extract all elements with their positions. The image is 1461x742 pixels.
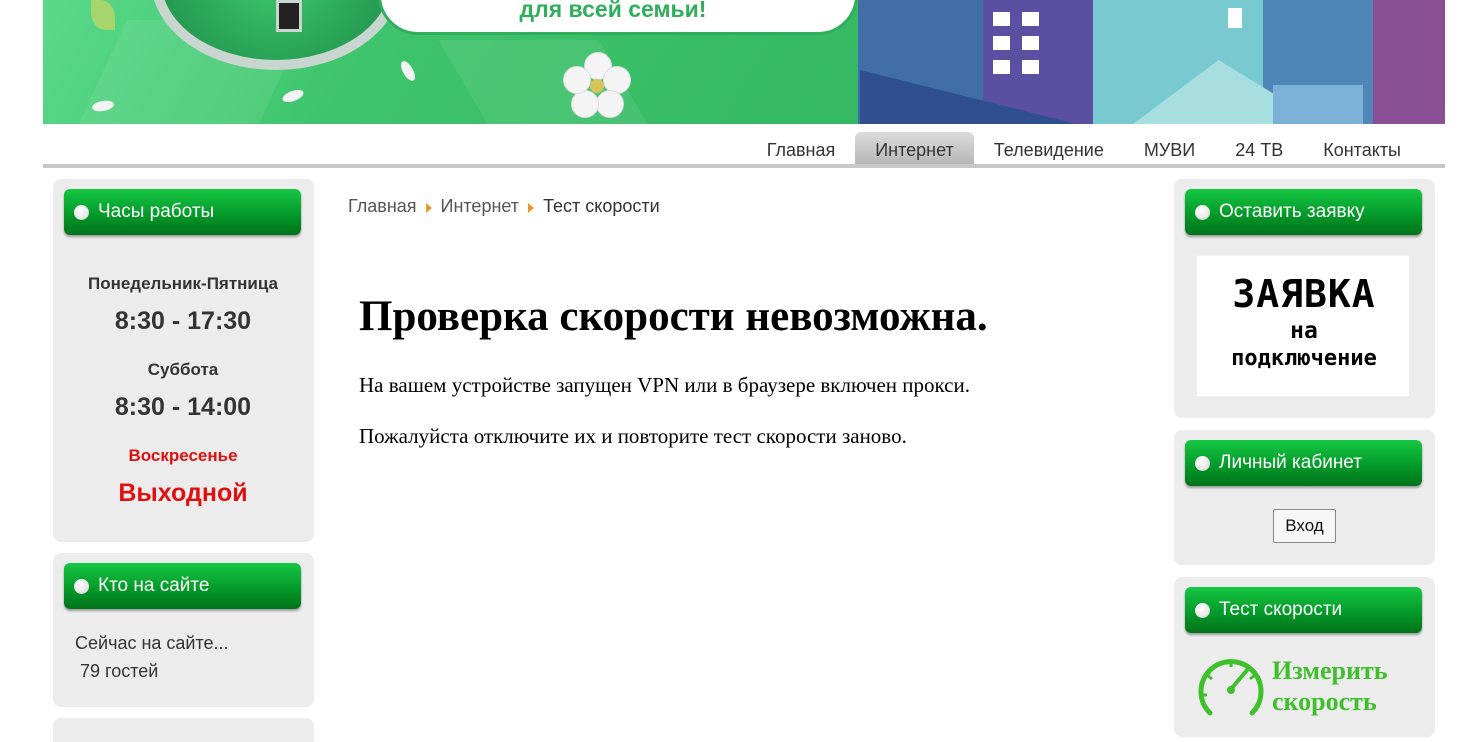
nav-item-internet[interactable]: Интернет bbox=[855, 132, 974, 164]
breadcrumb-arrow-icon bbox=[528, 203, 535, 214]
page-title: Проверка скорости невозможна. bbox=[359, 293, 988, 340]
message-paragraph-1: На вашем устройстве запущен VPN или в бр… bbox=[359, 373, 970, 397]
module-title: Оставить заявку bbox=[1219, 201, 1365, 222]
message-paragraph-2: Пожалуйста отключите их и повторите тест… bbox=[359, 424, 907, 448]
breadcrumb-home[interactable]: Главная bbox=[348, 196, 417, 216]
breadcrumb-current: Тест скорости bbox=[543, 196, 660, 216]
nav-divider bbox=[43, 164, 1445, 168]
module-header: Часы работы bbox=[64, 189, 301, 235]
request-banner-line3: подключение bbox=[1231, 346, 1377, 371]
nav-item-24tv[interactable]: 24 ТВ bbox=[1215, 132, 1303, 164]
nav-label: Телевидение bbox=[993, 140, 1104, 160]
measure-speed-line2: скорость bbox=[1272, 687, 1377, 716]
breadcrumb: Главная Интернет Тест скорости bbox=[348, 196, 660, 217]
window bbox=[1022, 60, 1039, 74]
module-title: Часы работы bbox=[98, 201, 215, 222]
banner-slogan: для всей семьи! bbox=[519, 0, 707, 22]
window bbox=[1228, 8, 1242, 28]
nav-item-tv[interactable]: Телевидение bbox=[974, 132, 1124, 164]
window bbox=[993, 60, 1010, 74]
nav-label: Главная bbox=[766, 140, 836, 160]
sunday-label: Воскресенье bbox=[128, 446, 238, 465]
nav-label: Интернет bbox=[875, 140, 954, 160]
online-guests: 79 гостей bbox=[80, 661, 159, 681]
weekdays-label: Понедельник-Пятница bbox=[87, 274, 278, 293]
bullet-icon bbox=[1195, 205, 1210, 220]
breadcrumb-internet[interactable]: Интернет bbox=[441, 196, 520, 216]
nav-item-contacts[interactable]: Контакты bbox=[1303, 132, 1421, 164]
connection-request-banner[interactable]: ЗАЯВКА на подключение bbox=[1196, 255, 1410, 397]
request-banner-line2: на bbox=[1290, 318, 1318, 344]
measure-speed-line1: Измерить bbox=[1272, 656, 1388, 685]
bullet-icon bbox=[74, 205, 89, 220]
module-partial bbox=[53, 718, 314, 742]
header-banner: для всей семьи! bbox=[43, 0, 1445, 124]
module-title: Личный кабинет bbox=[1219, 452, 1362, 473]
breadcrumb-arrow-icon bbox=[425, 203, 432, 214]
module-title: Кто на сайте bbox=[98, 575, 210, 596]
who-online-module: Кто на сайте Сейчас на сайте... 79 госте… bbox=[53, 553, 314, 707]
nav-label: 24 ТВ bbox=[1235, 140, 1284, 160]
nav-item-movie[interactable]: МУВИ bbox=[1124, 132, 1215, 164]
saturday-label: Суббота bbox=[147, 360, 219, 379]
module-header: Кто на сайте bbox=[64, 563, 301, 609]
saturday-time: 8:30 - 14:00 bbox=[114, 393, 252, 421]
window bbox=[1022, 36, 1039, 50]
login-button[interactable]: Вход bbox=[1273, 509, 1336, 543]
weekdays-time: 8:30 - 17:30 bbox=[114, 307, 252, 335]
nav-item-home[interactable]: Главная bbox=[747, 132, 856, 164]
window bbox=[993, 36, 1010, 50]
module-header: Тест скорости bbox=[1185, 587, 1422, 633]
nav-label: Контакты bbox=[1323, 140, 1401, 160]
flower-icon bbox=[563, 52, 633, 122]
speedometer-icon bbox=[1198, 659, 1264, 716]
page: для всей семьи! Главная Интернет Телевид bbox=[0, 0, 1461, 742]
building bbox=[1273, 85, 1363, 124]
module-header: Личный кабинет bbox=[1185, 440, 1422, 486]
window bbox=[993, 12, 1010, 26]
logo-keyhole-icon bbox=[276, 0, 302, 32]
building bbox=[1373, 0, 1445, 124]
main-nav: Главная Интернет Телевидение МУВИ 24 ТВ … bbox=[43, 124, 1445, 168]
online-text: Сейчас на сайте... bbox=[75, 633, 229, 653]
request-banner-line1: ЗАЯВКА bbox=[1232, 272, 1376, 316]
module-title: Тест скорости bbox=[1219, 599, 1343, 620]
bullet-icon bbox=[1195, 456, 1210, 471]
nav-label: МУВИ bbox=[1143, 140, 1196, 160]
measure-speed-text: Измерить скорость bbox=[1272, 655, 1388, 717]
bullet-icon bbox=[74, 579, 89, 594]
module-header: Оставить заявку bbox=[1185, 189, 1422, 235]
window bbox=[1022, 12, 1039, 26]
sunday-status: Выходной bbox=[118, 479, 248, 507]
cabinet-module: Личный кабинет bbox=[1174, 430, 1435, 565]
measure-speed-link[interactable]: Измерить скорость bbox=[1196, 653, 1416, 721]
working-hours-module: Часы работы Понедельник-Пятница 8:30 - 1… bbox=[53, 179, 314, 542]
bullet-icon bbox=[1195, 603, 1210, 618]
